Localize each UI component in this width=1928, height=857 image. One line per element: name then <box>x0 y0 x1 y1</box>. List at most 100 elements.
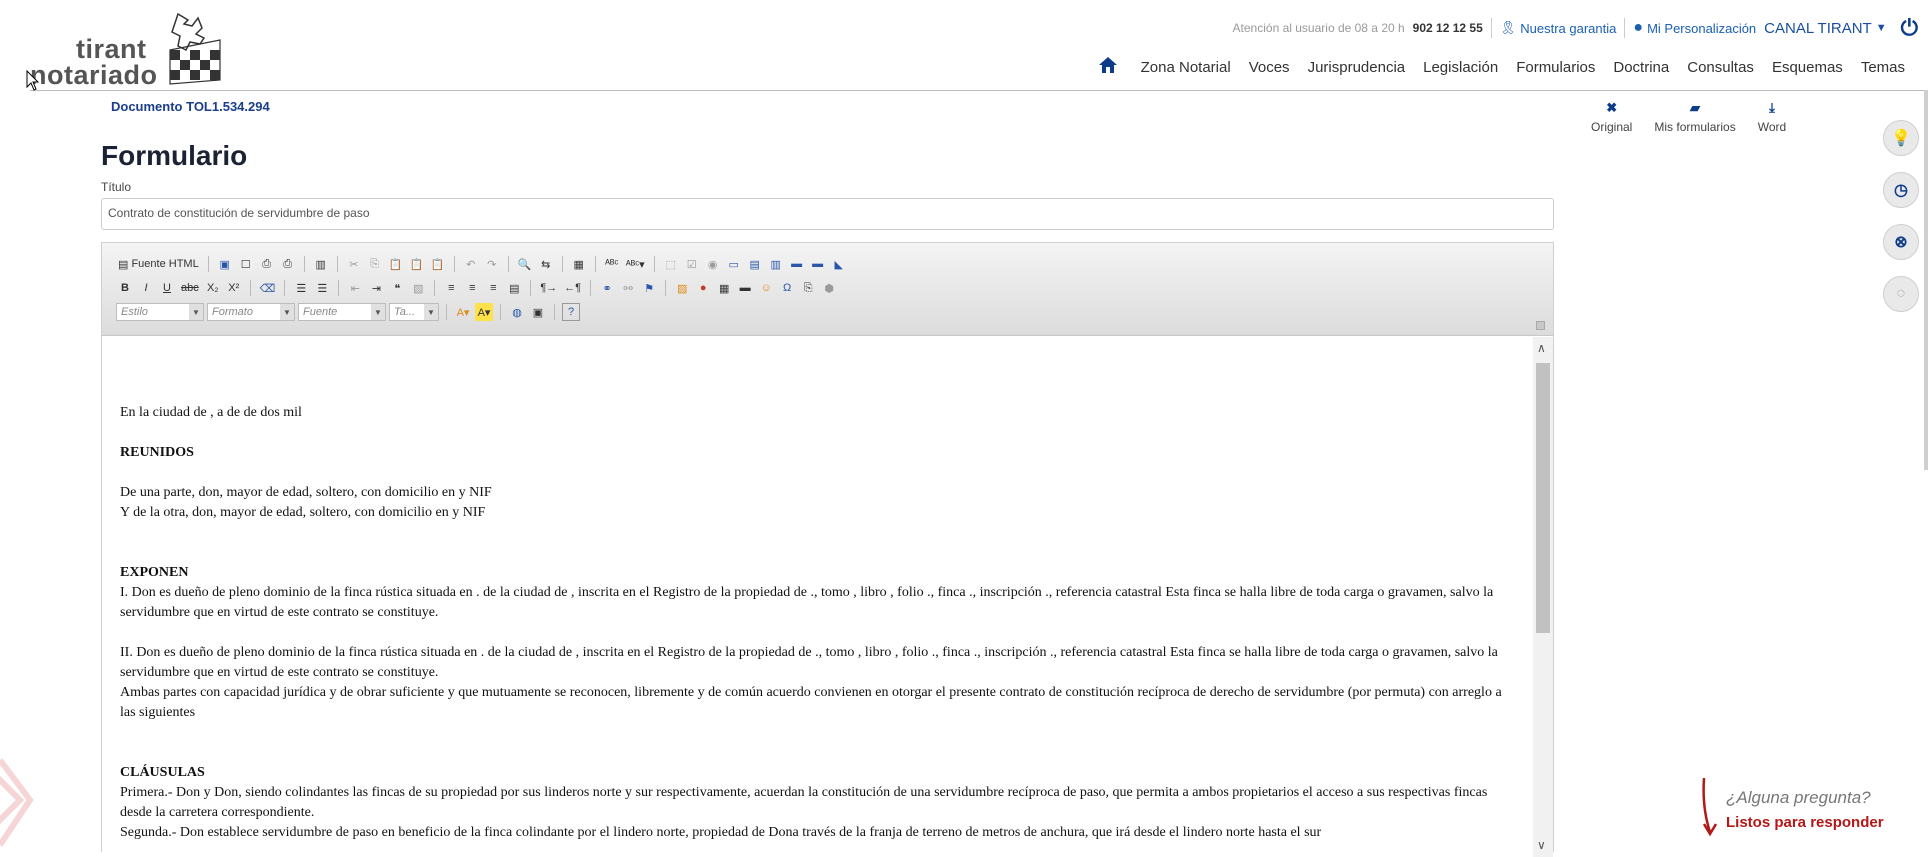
select-all-icon[interactable]: ▦ <box>570 255 588 273</box>
underline-icon[interactable]: U <box>158 279 176 297</box>
guarantee-link[interactable]: 🎗 Nuestra garantia <box>1500 20 1617 36</box>
new-page-icon[interactable]: ☐ <box>237 255 255 273</box>
nav-zona-notarial[interactable]: Zona Notarial <box>1132 59 1240 76</box>
image-button-icon[interactable]: ▬ <box>809 255 827 273</box>
font-combo[interactable]: Fuente ▼ <box>298 303 386 321</box>
preview-icon[interactable]: ⎙ <box>258 255 276 273</box>
spellcheck-as-you-type-icon[interactable]: ᴬᴮᶜ▾ <box>624 255 647 273</box>
page-break-icon[interactable]: ⎘ <box>799 279 817 297</box>
horizontal-rule-icon[interactable]: ▬ <box>736 279 754 297</box>
paste-text-icon[interactable]: 📋 <box>408 255 426 273</box>
size-combo[interactable]: Ta... ▼ <box>389 303 439 321</box>
scroll-down-icon[interactable]: ∨ <box>1537 838 1546 853</box>
rtl-icon[interactable]: ←¶ <box>562 279 583 297</box>
special-char-icon[interactable]: Ω <box>778 279 796 297</box>
div-icon[interactable]: ▧ <box>409 279 427 297</box>
tirant-logo[interactable]: tirant notariado <box>30 10 230 90</box>
cut-icon[interactable]: ✂ <box>345 255 363 273</box>
bulleted-list-icon[interactable]: ☰ <box>313 279 331 297</box>
circle-icon[interactable]: ○ <box>1883 276 1919 312</box>
image-icon[interactable]: ▨ <box>673 279 691 297</box>
nav-doctrina[interactable]: Doctrina <box>1604 59 1678 76</box>
help-icon[interactable]: ? <box>562 303 580 321</box>
text-color-icon[interactable]: A▾ <box>454 303 472 321</box>
checkbox-icon[interactable]: ☑ <box>683 255 701 273</box>
globe-icon[interactable]: ◍ <box>508 303 526 321</box>
save-icon[interactable]: ▣ <box>216 255 234 273</box>
paste-word-icon[interactable]: 📋 <box>429 255 447 273</box>
my-forms-button[interactable]: ▰ Mis formularios <box>1654 100 1735 134</box>
textarea-icon[interactable]: ▤ <box>746 255 764 273</box>
numbered-list-icon[interactable]: ☰ <box>292 279 310 297</box>
bold-icon[interactable]: B <box>116 279 134 297</box>
nav-temas[interactable]: Temas <box>1852 59 1914 76</box>
form-icon[interactable]: ⬚ <box>662 255 680 273</box>
align-center-icon[interactable]: ≡ <box>463 279 481 297</box>
help-lifebuoy-icon[interactable]: ⊗ <box>1883 224 1919 260</box>
replace-icon[interactable]: ⇆ <box>537 255 555 273</box>
nav-jurisprudencia[interactable]: Jurisprudencia <box>1299 59 1415 76</box>
undo-icon[interactable]: ↶ <box>462 255 480 273</box>
iframe-icon[interactable]: ⬢ <box>820 279 838 297</box>
redo-icon[interactable]: ↷ <box>483 255 501 273</box>
spellcheck-icon[interactable]: ᴬᴮᶜ <box>603 255 621 273</box>
blockquote-icon[interactable]: ❝ <box>388 279 406 297</box>
nav-esquemas[interactable]: Esquemas <box>1763 59 1852 76</box>
print-icon[interactable]: ⎙ <box>279 255 297 273</box>
align-right-icon[interactable]: ≡ <box>484 279 502 297</box>
find-icon[interactable]: 🔍 <box>516 255 534 273</box>
page-scrollbar[interactable] <box>1924 90 1928 470</box>
lightbulb-icon[interactable]: 💡 <box>1883 120 1919 156</box>
link-icon[interactable]: ⚭ <box>598 279 616 297</box>
title-input[interactable]: Contrato de constitución de servidumbre … <box>101 198 1554 230</box>
canal-tirant-dropdown[interactable]: CANAL TIRANT ▼ <box>1764 20 1886 37</box>
templates-icon[interactable]: ▥ <box>312 255 330 273</box>
table-icon[interactable]: ▦ <box>715 279 733 297</box>
toolbar-separator <box>284 280 286 296</box>
document-actions: ✖ Original ▰ Mis formularios ⤓ Word <box>1591 100 1786 134</box>
select-field-icon[interactable]: ▥ <box>767 255 785 273</box>
align-left-icon[interactable]: ≡ <box>442 279 460 297</box>
home-icon[interactable] <box>1098 56 1118 78</box>
format-combo[interactable]: Formato ▼ <box>207 303 295 321</box>
subscript-icon[interactable]: X₂ <box>204 279 222 297</box>
unlink-icon[interactable]: ⚯ <box>619 279 637 297</box>
anchor-icon[interactable]: ⚑ <box>640 279 658 297</box>
bg-color-icon[interactable]: A▾ <box>475 303 493 321</box>
editor-scrollbar[interactable]: ∧ ∨ <box>1533 337 1553 857</box>
outdent-icon[interactable]: ⇤ <box>346 279 364 297</box>
scroll-thumb[interactable] <box>1536 363 1550 633</box>
style-combo[interactable]: Estilo ▼ <box>116 303 204 321</box>
show-blocks-icon[interactable]: ▣ <box>529 303 547 321</box>
original-button[interactable]: ✖ Original <box>1591 100 1632 134</box>
clock-icon[interactable]: ◷ <box>1883 172 1919 208</box>
superscript-icon[interactable]: X² <box>225 279 243 297</box>
nav-legislacion[interactable]: Legislación <box>1414 59 1507 76</box>
remove-format-icon[interactable]: ⌫ <box>258 279 278 297</box>
paste-icon[interactable]: 📋 <box>387 255 405 273</box>
source-html-button[interactable]: ▤ Fuente HTML <box>116 255 201 273</box>
toolbar-collapse-handle[interactable] <box>1536 321 1545 330</box>
editor-document-area[interactable]: En la ciudad de , a de de dos mil REUNID… <box>102 337 1553 857</box>
ltr-icon[interactable]: ¶→ <box>538 279 559 297</box>
hidden-field-icon[interactable]: ◣ <box>830 255 848 273</box>
smiley-icon[interactable]: ☺ <box>757 279 775 297</box>
italic-icon[interactable]: I <box>137 279 155 297</box>
copy-icon[interactable]: ⎘ <box>366 255 384 273</box>
strike-icon[interactable]: abc <box>179 279 201 297</box>
nav-consultas[interactable]: Consultas <box>1678 59 1763 76</box>
personalization-link[interactable]: ● Mi Personalización <box>1633 19 1756 37</box>
scroll-up-icon[interactable]: ∧ <box>1537 341 1546 356</box>
justify-icon[interactable]: ▤ <box>505 279 523 297</box>
indent-icon[interactable]: ⇥ <box>367 279 385 297</box>
textfield-icon[interactable]: ▭ <box>725 255 743 273</box>
radio-icon[interactable]: ◉ <box>704 255 722 273</box>
flash-icon[interactable]: ● <box>694 279 712 297</box>
document-reference[interactable]: Documento TOL1.534.294 <box>111 99 270 114</box>
nav-voces[interactable]: Voces <box>1240 59 1299 76</box>
ambas-partes: Ambas partes con capacidad jurídica y de… <box>120 685 1502 720</box>
power-logout-icon[interactable]: ⏻ <box>1901 15 1918 41</box>
nav-formularios[interactable]: Formularios <box>1507 59 1604 76</box>
word-download-button[interactable]: ⤓ Word <box>1758 100 1786 134</box>
button-field-icon[interactable]: ▬ <box>788 255 806 273</box>
